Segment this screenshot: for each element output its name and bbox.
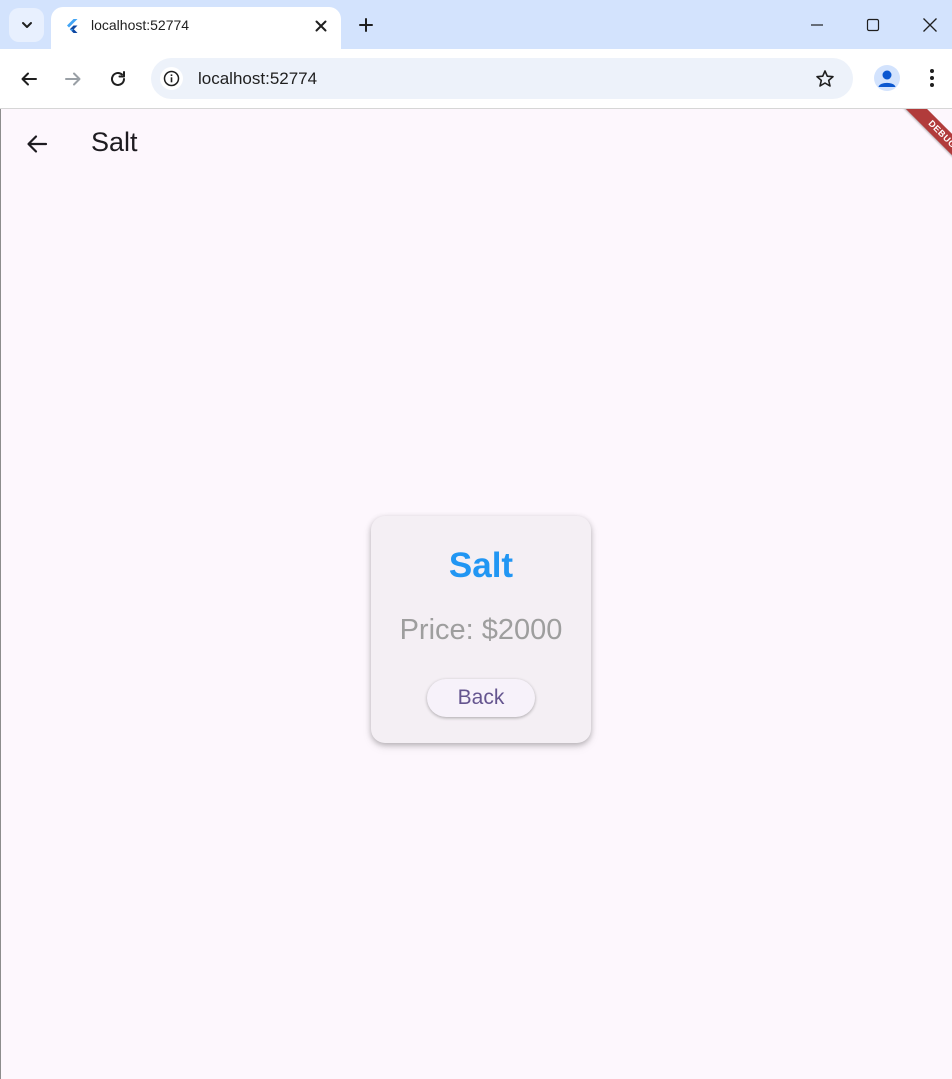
profile-button[interactable] xyxy=(874,65,900,91)
minimize-icon xyxy=(811,24,823,26)
reload-button[interactable] xyxy=(103,64,133,94)
product-name: Salt xyxy=(448,546,514,585)
browser-toolbar: localhost:52774 xyxy=(0,49,952,109)
address-bar[interactable]: localhost:52774 xyxy=(151,58,853,99)
product-card: Salt Price: $2000 Back xyxy=(371,516,591,743)
back-button[interactable] xyxy=(14,64,44,94)
address-url[interactable]: localhost:52774 xyxy=(198,69,317,89)
forward-button[interactable] xyxy=(58,64,88,94)
kebab-menu-icon xyxy=(930,69,934,87)
new-tab-button[interactable] xyxy=(354,13,378,37)
product-price: Price: $2000 xyxy=(399,614,563,646)
info-icon xyxy=(163,70,180,87)
browser-menu-button[interactable] xyxy=(920,65,944,91)
close-window-button[interactable] xyxy=(912,10,948,40)
flutter-logo-icon xyxy=(67,19,78,33)
appbar-back-button[interactable] xyxy=(19,126,55,162)
site-info-button[interactable] xyxy=(160,67,183,90)
page-title: Salt xyxy=(91,127,138,157)
arrow-left-icon xyxy=(27,135,48,153)
bookmark-button[interactable] xyxy=(813,67,837,91)
person-icon xyxy=(878,70,896,87)
maximize-window-button[interactable] xyxy=(855,10,891,40)
close-icon xyxy=(315,20,327,32)
close-icon xyxy=(923,18,937,32)
minimize-window-button[interactable] xyxy=(799,10,835,40)
debug-banner-label: DEBUG xyxy=(901,109,952,173)
tab-close-button[interactable] xyxy=(311,16,331,36)
plus-icon xyxy=(359,18,373,32)
star-icon xyxy=(816,70,834,87)
arrow-right-icon xyxy=(65,72,81,86)
maximize-icon xyxy=(866,18,880,32)
chevron-down-icon xyxy=(21,22,32,28)
reload-icon xyxy=(111,71,125,86)
browser-tab-strip: localhost:52774 xyxy=(0,0,952,49)
back-button[interactable]: Back xyxy=(427,679,535,717)
app-viewport: Salt DEBUG Salt Price: $2000 Back xyxy=(0,109,952,1079)
arrow-left-icon xyxy=(21,72,37,86)
browser-tab[interactable]: localhost:52774 xyxy=(51,7,341,49)
tab-search-button[interactable] xyxy=(9,8,44,42)
tab-title: localhost:52774 xyxy=(91,17,190,33)
debug-banner: DEBUG xyxy=(888,109,952,173)
